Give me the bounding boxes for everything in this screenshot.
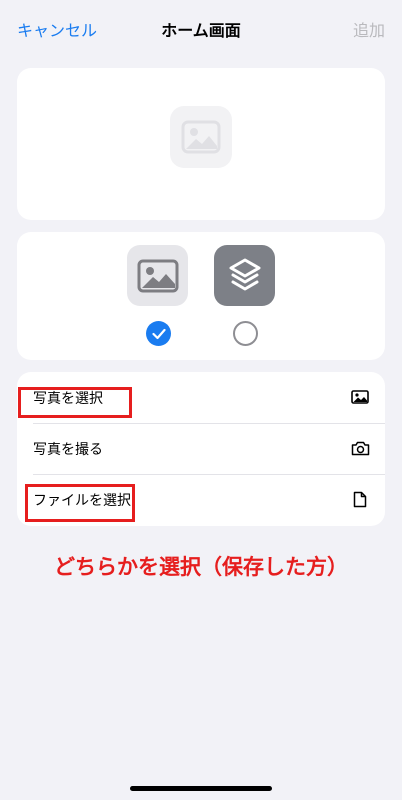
take-photo-row[interactable]: 写真を撮る: [17, 423, 385, 474]
photo-radio-checked[interactable]: [146, 321, 171, 346]
highlight-box-select-file: [25, 484, 135, 522]
add-button[interactable]: 追加: [353, 17, 385, 41]
take-photo-label: 写真を撮る: [33, 442, 103, 458]
camera-icon: [350, 438, 370, 458]
document-icon: [350, 489, 370, 509]
image-placeholder-icon: [170, 106, 232, 168]
photo-icon: [350, 387, 370, 407]
highlight-box-select-photo: [18, 387, 132, 418]
page-title: ホーム画面: [161, 21, 241, 40]
shortcuts-option-icon[interactable]: [214, 245, 275, 306]
shortcuts-radio-unchecked[interactable]: [233, 321, 258, 346]
photo-option-icon[interactable]: [127, 245, 188, 306]
icon-type-selector: [17, 232, 385, 360]
icon-preview-card: [17, 68, 385, 220]
navigation-bar: キャンセル ホーム画面 追加: [0, 0, 402, 56]
home-indicator: [130, 786, 272, 791]
annotation-text: どちらかを選択（保存した方）: [54, 555, 348, 579]
